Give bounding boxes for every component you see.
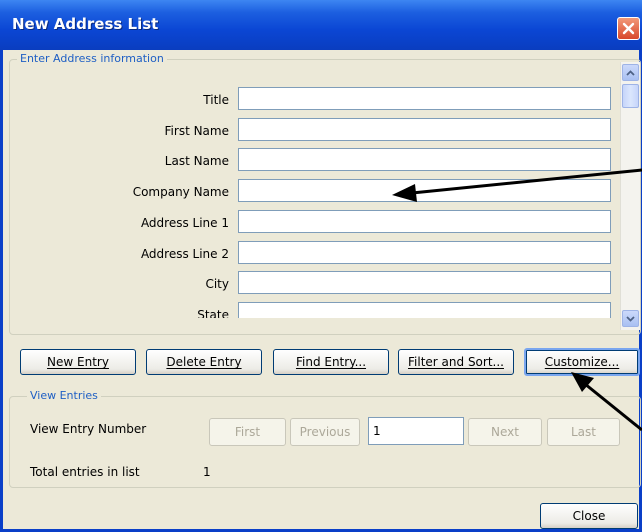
field-label-first-name: First Name bbox=[164, 124, 229, 138]
new-address-list-dialog: New Address List Enter Address informati… bbox=[0, 0, 642, 532]
window-close-button[interactable] bbox=[617, 17, 640, 40]
address-line-1-field[interactable] bbox=[238, 210, 611, 233]
company-name-field[interactable] bbox=[238, 179, 611, 202]
first-name-field[interactable] bbox=[238, 118, 611, 141]
close-icon bbox=[622, 22, 635, 35]
address-field-list: Title First Name Last Name Company Name … bbox=[3, 0, 618, 318]
field-label-title: Title bbox=[203, 93, 229, 107]
chevron-up-icon bbox=[626, 69, 635, 76]
total-entries-value: 1 bbox=[203, 465, 211, 479]
address-scrollbar[interactable] bbox=[620, 62, 640, 330]
filter-sort-button[interactable]: Filter and Sort... bbox=[398, 349, 514, 375]
filter-sort-label: Filter and Sort... bbox=[408, 355, 504, 369]
view-entries-caption: View Entries bbox=[27, 389, 101, 402]
field-label-last-name: Last Name bbox=[164, 154, 229, 168]
field-label-address-line-1: Address Line 1 bbox=[140, 216, 229, 230]
field-label-company-name: Company Name bbox=[132, 185, 229, 199]
delete-entry-label: Delete Entry bbox=[166, 355, 242, 369]
state-field[interactable] bbox=[238, 302, 611, 318]
new-entry-label: New Entry bbox=[47, 355, 109, 369]
field-label-city: City bbox=[205, 277, 229, 291]
chevron-down-icon bbox=[626, 315, 635, 322]
city-field[interactable] bbox=[238, 271, 611, 294]
scroll-down-button[interactable] bbox=[622, 310, 639, 327]
address-line-2-field[interactable] bbox=[238, 241, 611, 264]
view-entry-number-label: View Entry Number bbox=[30, 422, 147, 436]
title-field[interactable] bbox=[238, 87, 611, 110]
scroll-up-button[interactable] bbox=[622, 64, 639, 81]
last-name-field[interactable] bbox=[238, 148, 611, 171]
close-label: Close bbox=[572, 509, 606, 523]
find-entry-button[interactable]: Find Entry... bbox=[273, 349, 389, 375]
entry-number-field[interactable] bbox=[368, 417, 464, 445]
first-entry-button[interactable]: First bbox=[209, 418, 286, 446]
field-label-address-line-2: Address Line 2 bbox=[140, 247, 229, 261]
previous-entry-label: Previous bbox=[299, 425, 351, 439]
total-entries-label: Total entries in list bbox=[30, 465, 140, 479]
first-entry-label: First bbox=[234, 425, 261, 439]
close-button[interactable]: Close bbox=[540, 503, 638, 529]
previous-entry-button[interactable]: Previous bbox=[290, 418, 360, 446]
scroll-thumb[interactable] bbox=[622, 84, 639, 108]
next-entry-button[interactable]: Next bbox=[468, 418, 542, 446]
delete-entry-button[interactable]: Delete Entry bbox=[146, 349, 262, 375]
find-entry-label: Find Entry... bbox=[295, 355, 367, 369]
next-entry-label: Next bbox=[491, 425, 519, 439]
last-entry-button[interactable]: Last bbox=[547, 418, 620, 446]
field-label-state: State bbox=[197, 308, 229, 318]
customize-button[interactable]: Customize... bbox=[524, 348, 640, 376]
last-entry-label: Last bbox=[571, 425, 596, 439]
new-entry-button[interactable]: New Entry bbox=[20, 349, 136, 375]
customize-label: Customize... bbox=[544, 355, 620, 369]
